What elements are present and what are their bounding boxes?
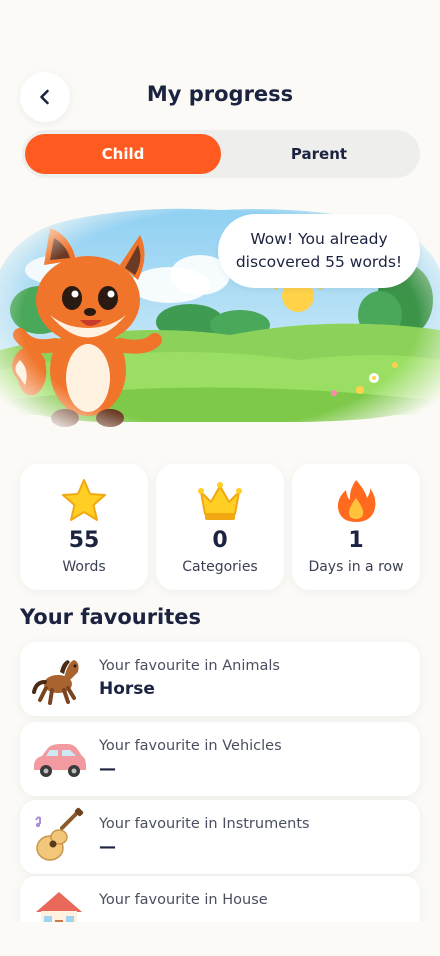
speech-bubble: Wow! You already discovered 55 words! [218,214,420,288]
horse-icon [32,660,79,705]
star-icon [62,479,106,521]
tab-child[interactable]: Child [25,134,221,174]
favourites-title: Your favourites [20,605,202,629]
favourite-label: Your favourite in Vehicles [99,738,282,754]
stat-label: Words [62,559,106,575]
header: My progress [0,68,440,124]
favourite-card-vehicles[interactable]: Your favourite in Vehicles — [20,722,420,796]
tab-parent[interactable]: Parent [221,134,417,174]
mode-toggle: Child Parent [22,130,420,178]
favourite-label: Your favourite in House [99,892,268,908]
favourite-value: — [99,837,116,857]
car-icon [34,744,86,777]
stat-label: Categories [182,559,258,575]
flame-icon [337,480,376,522]
stat-card-streak: 1 Days in a row [292,464,420,590]
page-title: My progress [146,82,294,106]
favourite-value: — [99,759,116,779]
favourite-label: Your favourite in Instruments [99,816,310,832]
favourite-value: Horse [99,679,155,699]
favourite-card-instruments[interactable]: Your favourite in Instruments — [20,800,420,874]
favourite-card-animals[interactable]: Your favourite in Animals Horse [20,642,420,716]
stat-card-words: 55 Words [20,464,148,590]
stat-card-categories: 0 Categories [156,464,284,590]
stat-value: 1 [348,528,364,553]
guitar-icon [35,807,84,861]
favourite-label: Your favourite in Animals [99,658,280,674]
stats-row: 55 Words 0 Categories 1 Days in a row [20,464,420,590]
stat-value: 55 [68,528,100,553]
stat-value: 0 [212,528,228,553]
stat-label: Days in a row [308,559,404,575]
bottom-area [0,922,440,956]
crown-icon [198,482,242,520]
